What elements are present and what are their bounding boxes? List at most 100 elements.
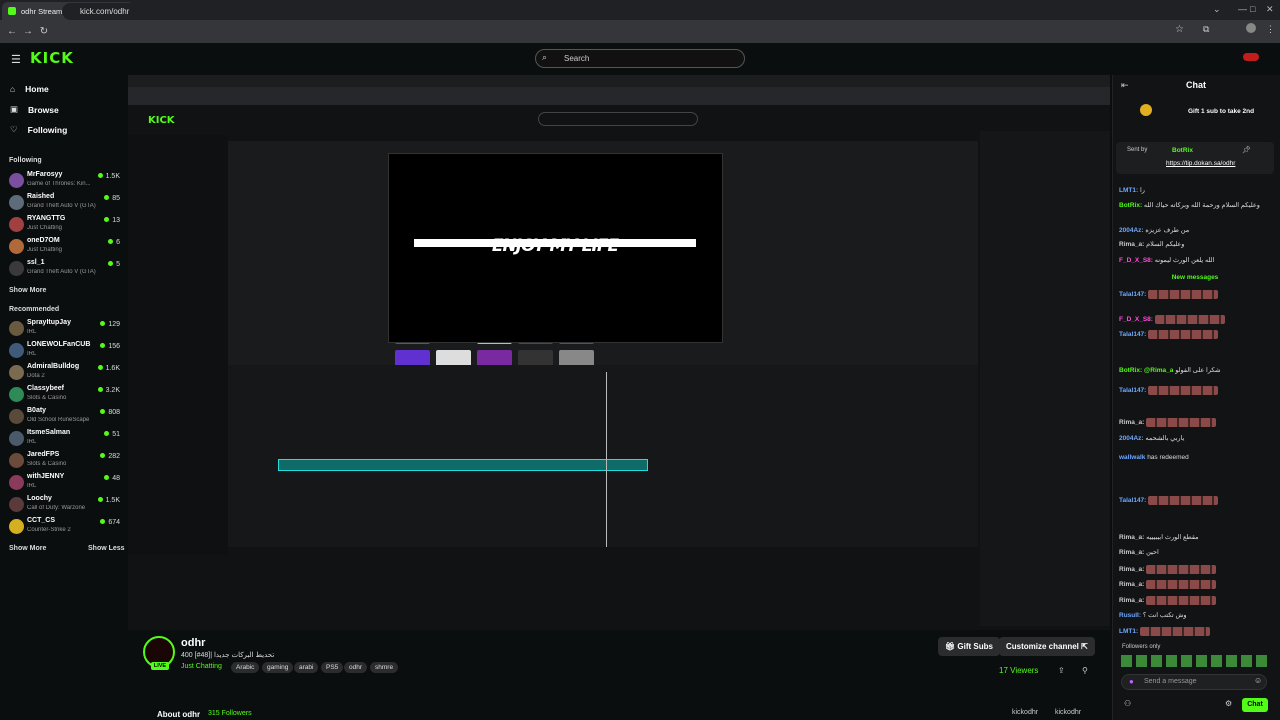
sidebar-channel-item[interactable]: AdmiralBulldog Dota 2 1.6K [9,362,120,384]
emote-group-icon [1139,627,1210,636]
chat-text: وعليكم السلام [1146,241,1185,248]
chat-username[interactable]: Talal147: [1119,387,1146,394]
chat-settings-users-icon[interactable]: ⚇ [1124,699,1131,708]
forward-icon[interactable]: → [20,26,36,37]
stream-tag[interactable]: arabi [294,662,319,673]
chat-username[interactable]: Rima_a: [1119,566,1144,573]
sidebar-nav-browse[interactable]: ▣ Browse [10,104,59,115]
channel-viewers: 808 [100,409,120,416]
chat-username[interactable]: 2004Az: [1119,227,1144,234]
sidebar-channel-item[interactable]: Loochy Call of Duty: Warzone 1.5K [9,494,120,516]
channel-name: RYANGTTG [27,215,66,222]
stream-tag[interactable]: PS5 [321,662,344,673]
chat-username[interactable]: RusulI: [1119,612,1141,619]
channel-name: MrFarosyy [27,171,63,178]
pinned-link[interactable]: https://tip.dokan.sa/odhr [1166,160,1235,167]
sidebar-channel-item[interactable]: SprayItupJay IRL 129 [9,318,120,340]
chat-username[interactable]: BotRix: [1119,202,1142,209]
external-link-icon: ⇱ [1078,642,1088,651]
chat-username[interactable]: F_D_X_S8: [1119,316,1153,323]
stream-tag[interactable]: shmre [370,662,399,673]
back-icon[interactable]: ← [4,26,20,37]
stream-tag[interactable]: Arabic [231,662,260,673]
close-window-icon[interactable]: ✕ [1266,4,1274,15]
url-field[interactable]: kick.com/odhr [62,3,1192,20]
chat-username[interactable]: Talal147: [1119,331,1146,338]
show-less-recommended[interactable]: Show Less [88,545,125,552]
sidebar-channel-item[interactable]: ssl_1 Grand Theft Auto V (GTA) 5 [9,258,120,280]
social-link-1[interactable]: kickodhr [1012,709,1038,716]
chat-username[interactable]: Rima_a: [1119,597,1144,604]
stream-category[interactable]: Just Chatting [181,663,222,670]
chat-username[interactable]: wallwalk [1119,454,1145,461]
chat-message: F_D_X_S8: [1119,315,1271,324]
emote-bar[interactable] [1121,655,1271,667]
pinned-user[interactable]: BotRix [1172,147,1193,154]
show-more-following[interactable]: Show More [9,287,46,294]
social-link-2[interactable]: kickodhr [1055,709,1081,716]
user-add-icon[interactable]: ⚲ [1082,666,1088,675]
sidebar-channel-item[interactable]: MrFarosyy Game of Thrones: Kin... 1.5K [9,170,120,192]
home-icon: ⌂ [10,84,16,94]
sidebar-channel-item[interactable]: JaredFPS Slots & Casino 282 [9,450,120,472]
show-more-recommended[interactable]: Show More [9,545,46,552]
user-avatar[interactable] [1243,53,1259,61]
kick-logo[interactable]: KICK [30,49,74,67]
chat-username[interactable]: F_D_X_S8: [1119,257,1153,264]
chat-username[interactable]: Rima_a: [1119,581,1144,588]
customize-channel-button[interactable]: Customize channel ⇱ [999,637,1095,656]
bookmark-star-icon[interactable]: ☆ [1175,24,1184,35]
sidebar-nav-home[interactable]: ⌂ Home [10,84,49,94]
video-player[interactable]: KICK ENJOY MY LIFE [128,75,1110,630]
channel-viewers: 85 [104,195,120,202]
sidebar-channel-item[interactable]: oneD7OM Just Chatting 6 [9,236,120,258]
chat-username[interactable]: LMT1: [1119,187,1138,194]
search-input[interactable]: Search [535,49,745,68]
sidebar-nav-following[interactable]: ♡ Following [10,124,67,135]
channel-name[interactable]: odhr [181,637,205,649]
chat-username[interactable]: Rima_a: [1119,549,1144,556]
browser-menu-icon[interactable]: ⋮ [1266,24,1275,35]
sidebar-channel-item[interactable]: withJENNY IRL 48 [9,472,120,494]
overlay-text: ENJOY MY LIFE [491,236,619,256]
channel-avatar[interactable]: LIVE [143,636,175,670]
chat-username[interactable]: Talal147: [1119,497,1146,504]
sidebar-channel-item[interactable]: ItsmeSalman IRL 51 [9,428,120,450]
sidebar-channel-item[interactable]: LONEWOLFanCUB IRL 156 [9,340,120,362]
window-chevron-icon[interactable]: ⌄ [1213,4,1221,15]
chat-username[interactable]: Rima_a: [1119,241,1144,248]
chat-send-button[interactable]: Chat [1242,698,1268,712]
share-icon[interactable]: ⇪ [1058,666,1065,675]
reload-icon[interactable]: ↻ [36,26,52,37]
chat-username[interactable]: Rima_a: [1119,534,1144,541]
emoji-icon[interactable]: ☺ [1254,676,1262,685]
chat-username[interactable]: Talal147: [1119,291,1146,298]
channel-viewers: 156 [100,343,120,350]
stream-tag[interactable]: gaming [262,662,294,673]
sidebar-channel-item[interactable]: Classybeef Slots & Casino 3.2K [9,384,120,406]
new-messages-divider[interactable]: New messages [1119,274,1271,281]
chat-username[interactable]: BotRix: @Rima_a [1119,367,1173,374]
profile-avatar[interactable] [1246,23,1256,33]
hamburger-menu-icon[interactable]: ☰ [11,53,21,66]
chat-username[interactable]: LMT1: [1119,628,1138,635]
sidebar-channel-item[interactable]: RYANGTTG Just Chatting 13 [9,214,120,236]
sidebar-channel-item[interactable]: CCT_CS Counter-Strike 2 674 [9,516,120,538]
chat-username[interactable]: Rima_a: [1119,419,1144,426]
chat-input[interactable]: Send a message [1121,674,1267,690]
chat-username[interactable]: 2004Az: [1119,435,1144,442]
minimize-icon[interactable]: — [1238,4,1247,14]
channel-avatar [9,343,24,358]
chat-message: Rima_a: [1119,565,1271,574]
chat-settings-icon[interactable]: ⚙ [1225,699,1232,708]
chat-message: LMT1: [1119,627,1271,636]
gift-subs-button[interactable]: 🎁︎ Gift Subs [938,637,1000,656]
extensions-icon[interactable]: ⧉ [1203,24,1209,35]
channel-avatar [9,195,24,210]
pin-icon[interactable]: 📌︎ [1242,146,1251,154]
maximize-icon[interactable]: □ [1250,4,1255,14]
stream-tag[interactable]: odhr [344,662,368,673]
emote-group-icon [1146,565,1217,574]
sidebar-channel-item[interactable]: B0aty Old School RuneScape 808 [9,406,120,428]
sidebar-channel-item[interactable]: Raished Grand Theft Auto V (GTA) 85 [9,192,120,214]
